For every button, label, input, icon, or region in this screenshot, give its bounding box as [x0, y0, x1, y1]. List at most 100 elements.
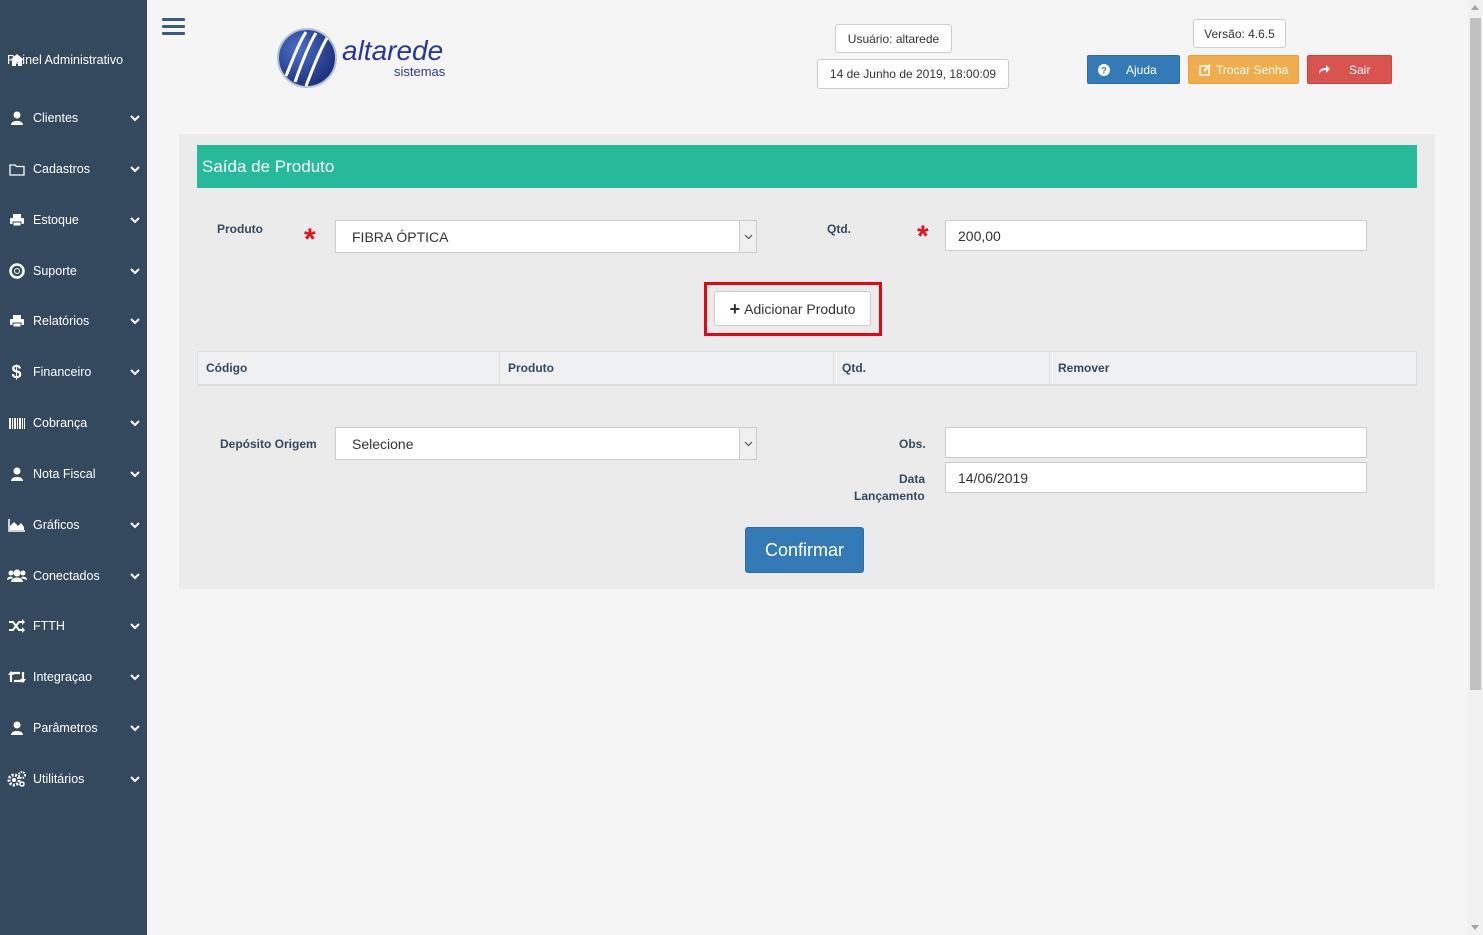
sidebar-item-suporte[interactable]: Suporte — [0, 251, 147, 291]
column-header-remover: Remover — [1058, 361, 1110, 375]
sidebar-item-integracao[interactable]: Integraçao — [0, 657, 147, 697]
required-asterisk: * — [304, 223, 316, 256]
column-header-codigo: Código — [198, 352, 500, 384]
change-password-button[interactable]: Trocar Senha — [1188, 55, 1299, 84]
users-icon — [0, 569, 33, 583]
sidebar-item-label: Relatórios — [33, 313, 90, 328]
qty-input[interactable]: 200,00 — [945, 220, 1367, 251]
sidebar-item-label: Utilitários — [33, 771, 85, 786]
sidebar-item-label: Cadastros — [33, 161, 90, 176]
chevron-down-icon — [123, 317, 147, 325]
help-button[interactable]: ? Ajuda — [1087, 55, 1180, 84]
sidebar-item-relatorios[interactable]: Relatórios — [0, 301, 147, 341]
chevron-down-icon — [123, 419, 147, 427]
vertical-scrollbar[interactable] — [1468, 0, 1483, 935]
sidebar-item-label: Conectados — [33, 568, 100, 583]
qty-label: Qtd. — [827, 222, 851, 236]
product-label: Produto — [217, 222, 263, 236]
date-input[interactable]: 14/06/2019 — [945, 462, 1367, 493]
random-icon — [0, 619, 33, 633]
sidebar-item-utilitarios[interactable]: Utilitários — [0, 759, 147, 799]
share-arrow-icon — [1318, 64, 1331, 75]
scroll-down-arrow-icon[interactable] — [1471, 925, 1479, 930]
sidebar-item-graficos[interactable]: Gráficos — [0, 505, 147, 545]
chevron-down-icon — [123, 673, 147, 681]
sidebar-item-ftth[interactable]: FTTH — [0, 606, 147, 646]
sidebar-item-painel[interactable]: Painel Administrativo — [0, 38, 147, 82]
sidebar-item-label: FTTH — [33, 618, 65, 633]
user-label: Usuário: altarede — [835, 24, 952, 53]
user-icon — [0, 467, 33, 481]
sidebar-item-label: Parâmetros — [33, 720, 98, 735]
sidebar-item-estoque[interactable]: Estoque — [0, 200, 147, 240]
column-header-produto: Produto — [500, 352, 834, 384]
barcode-icon — [0, 417, 33, 430]
lifebuoy-icon — [0, 263, 33, 279]
folder-icon — [0, 163, 33, 176]
sidebar-item-label: Clientes — [33, 110, 79, 125]
required-asterisk: * — [917, 220, 929, 253]
confirm-button[interactable]: Confirmar — [745, 527, 864, 573]
date-label-line2: Lançamento — [854, 489, 925, 503]
sidebar-item-conectados[interactable]: Conectados — [0, 556, 147, 596]
svg-text:?: ? — [1101, 65, 1107, 75]
chevron-down-icon — [123, 114, 147, 122]
print-icon — [0, 213, 33, 227]
scrollbar-thumb[interactable] — [1470, 18, 1481, 690]
dollar-icon: $ — [11, 361, 22, 382]
product-select[interactable]: FIBRA ÓPTICA — [335, 220, 757, 253]
area-chart-icon — [0, 518, 33, 532]
chevron-down-icon — [739, 221, 756, 252]
sidebar-item-financeiro[interactable]: $ Financeiro — [0, 352, 147, 392]
scroll-up-arrow-icon[interactable] — [1471, 5, 1479, 10]
logo-subtext: sistemas — [394, 64, 446, 79]
sidebar-item-clientes[interactable]: Clientes — [0, 98, 147, 138]
chevron-down-icon — [123, 267, 147, 275]
chevron-down-icon — [123, 165, 147, 173]
logout-button-label: Sair — [1349, 62, 1371, 77]
user-icon — [0, 111, 33, 125]
sidebar-item-parametros[interactable]: Parâmetros — [0, 708, 147, 748]
sidebar-item-label: Gráficos — [33, 517, 80, 532]
logo: altarede sistemas — [276, 26, 461, 90]
logout-button[interactable]: Sair — [1307, 55, 1392, 84]
chevron-down-icon — [123, 521, 147, 529]
change-password-button-label: Trocar Senha — [1216, 62, 1289, 77]
sidebar-item-label: Painel Administrativo — [7, 52, 124, 67]
sidebar-item-label: Suporte — [33, 263, 77, 278]
date-label-line1: Data — [899, 472, 926, 486]
sidebar-item-nota-fiscal[interactable]: Nota Fiscal — [0, 454, 147, 494]
sidebar: Painel Administrativo Clientes Cadastros… — [0, 0, 147, 935]
edit-icon — [1199, 63, 1211, 76]
chevron-down-icon — [123, 470, 147, 478]
chevron-down-icon — [123, 775, 147, 783]
chevron-down-icon — [123, 724, 147, 732]
sidebar-item-label: Integraçao — [33, 669, 93, 684]
deposit-select-value: Selecione — [352, 435, 414, 452]
chevron-down-icon — [739, 428, 756, 459]
sidebar-item-label: Cobrança — [33, 415, 88, 430]
products-table-header: Código Produto Qtd. Remover — [197, 351, 1417, 386]
help-button-label: Ajuda — [1126, 62, 1157, 77]
column-header-qtd: Qtd. — [834, 352, 1050, 384]
sidebar-item-label: Financeiro — [33, 364, 92, 379]
print-icon — [0, 314, 33, 328]
deposit-label: Depósito Origem — [220, 437, 317, 451]
page-title: Saída de Produto — [197, 145, 1417, 188]
qty-input-value: 200,00 — [958, 227, 1001, 244]
sidebar-item-cobranca[interactable]: Cobrança — [0, 403, 147, 443]
obs-label: Obs. — [899, 437, 926, 451]
chevron-down-icon — [123, 622, 147, 630]
chevron-down-icon — [123, 368, 147, 376]
add-product-button[interactable]: + Adicionar Produto — [714, 291, 871, 326]
question-circle-icon: ? — [1098, 63, 1110, 76]
datetime-label: 14 de Junho de 2019, 18:00:09 — [817, 59, 1009, 89]
chevron-down-icon — [123, 572, 147, 580]
hamburger-menu-icon[interactable] — [162, 18, 185, 38]
sidebar-item-cadastros[interactable]: Cadastros — [0, 149, 147, 189]
product-select-value: FIBRA ÓPTICA — [352, 228, 449, 245]
obs-input[interactable] — [945, 427, 1367, 458]
gears-icon — [0, 771, 33, 787]
logo-globe-icon — [277, 28, 337, 88]
deposit-select[interactable]: Selecione — [335, 427, 757, 460]
